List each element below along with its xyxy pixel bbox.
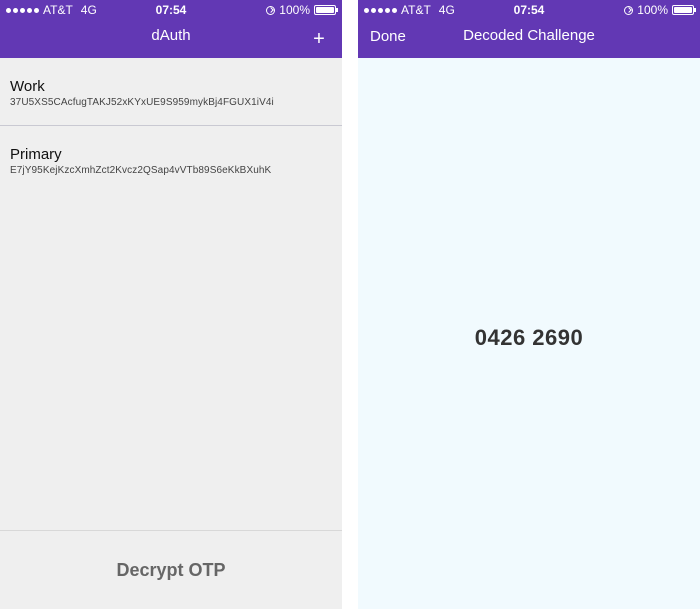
account-name: Primary bbox=[10, 146, 62, 163]
decoded-challenge-screen: AT&T 4G 07:54 100% Done Decoded Challeng… bbox=[358, 0, 700, 609]
plus-icon: + bbox=[313, 28, 325, 50]
nav-bar: dAuth + bbox=[0, 20, 342, 58]
add-account-button[interactable]: + bbox=[308, 26, 330, 52]
page-title: dAuth bbox=[151, 27, 191, 44]
account-key: E7jY95KejKzcXmhZct2Kvcz2QSap4vVTb89S6eKk… bbox=[10, 165, 272, 176]
accounts-screen: AT&T 4G 07:54 100% dAuth + Work 37U5XS5C… bbox=[0, 0, 342, 609]
decrypt-otp-button[interactable]: Decrypt OTP bbox=[0, 531, 342, 609]
lock-rotation-icon bbox=[266, 5, 276, 15]
account-key: 37U5XS5CAcfugTAKJ52xKYxUE9S959mykBj4FGUX… bbox=[10, 97, 274, 108]
nav-bar: Done Decoded Challenge bbox=[358, 20, 700, 58]
battery-icon bbox=[672, 5, 696, 15]
list-item[interactable]: Primary E7jY95KejKzcXmhZct2Kvcz2QSap4vVT… bbox=[0, 126, 342, 194]
status-bar: AT&T 4G 07:54 100% bbox=[0, 0, 342, 20]
account-list: Work 37U5XS5CAcfugTAKJ52xKYxUE9S959mykBj… bbox=[0, 58, 342, 194]
battery-icon bbox=[314, 5, 338, 15]
list-item[interactable]: Work 37U5XS5CAcfugTAKJ52xKYxUE9S959mykBj… bbox=[0, 58, 342, 126]
account-name: Work bbox=[10, 78, 45, 95]
decoded-code: 0426 2690 bbox=[474, 325, 584, 350]
battery-percent: 100% bbox=[279, 3, 310, 17]
status-bar: AT&T 4G 07:54 100% bbox=[358, 0, 700, 20]
page-title: Decoded Challenge bbox=[463, 27, 595, 44]
lock-rotation-icon bbox=[624, 5, 634, 15]
battery-percent: 100% bbox=[637, 3, 668, 17]
